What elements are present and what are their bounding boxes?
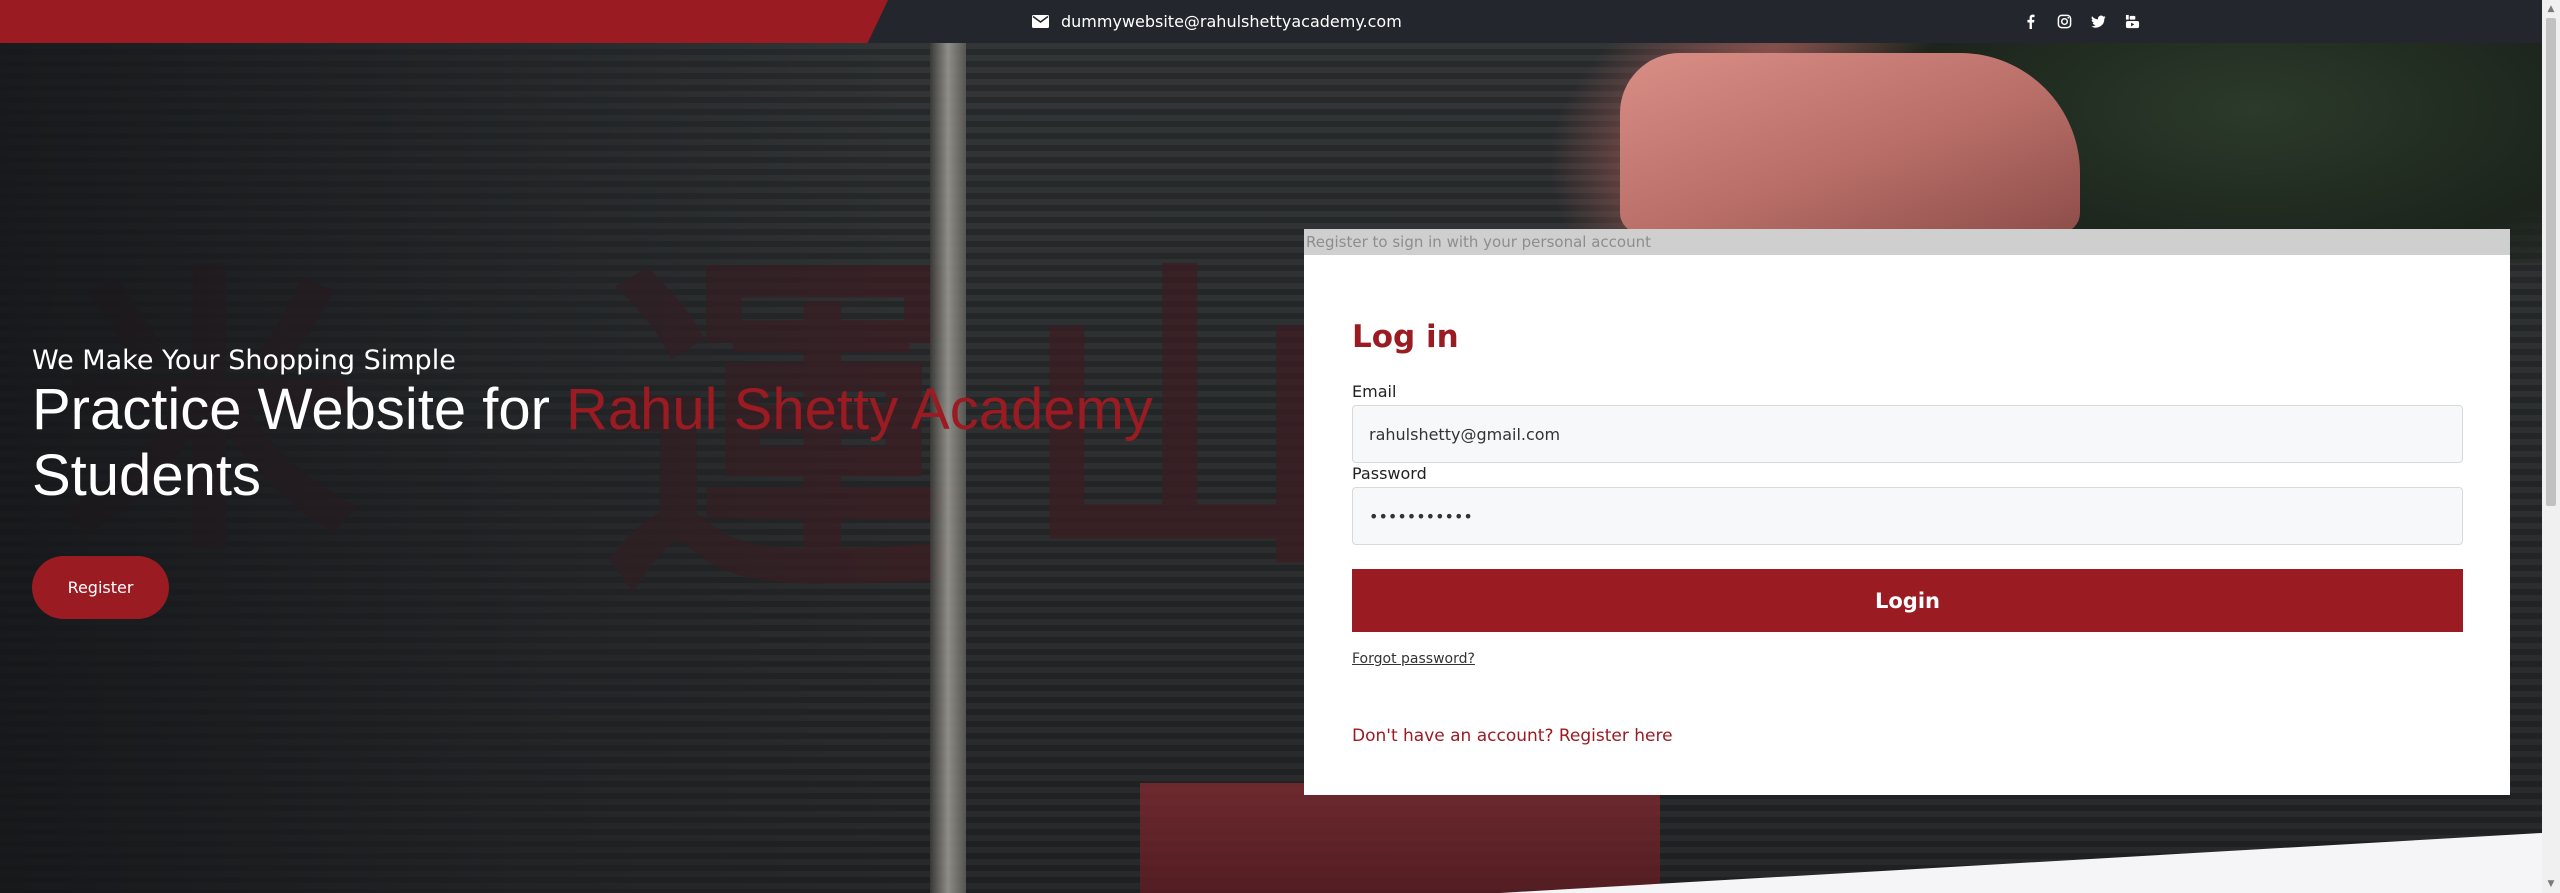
social-links <box>2022 0 2140 43</box>
login-card: Log in Email Password Login Forgot passw… <box>1304 255 2510 795</box>
password-field[interactable] <box>1352 487 2463 545</box>
instagram-icon[interactable] <box>2056 14 2072 30</box>
top-bar: dummywebsite@rahulshettyacademy.com <box>0 0 2542 43</box>
hero-headline: Practice Website for Rahul Shetty Academ… <box>32 377 1212 509</box>
hero-register-button[interactable]: Register <box>32 556 169 619</box>
page-scrollbar[interactable]: ▲ ▼ <box>2542 0 2560 893</box>
headline-accent: Rahul Shetty Academy <box>566 377 1153 442</box>
scroll-down-icon[interactable]: ▼ <box>2542 876 2560 892</box>
scroll-thumb[interactable] <box>2546 18 2556 506</box>
youtube-icon[interactable] <box>2124 14 2140 30</box>
register-here-link[interactable]: Don't have an account? Register here <box>1352 726 1673 746</box>
forgot-password-link[interactable]: Forgot password? <box>1352 651 1475 667</box>
topbar-red-band <box>0 0 888 43</box>
login-button[interactable]: Login <box>1352 569 2463 632</box>
contact-email-text: dummywebsite@rahulshettyacademy.com <box>1061 12 1402 31</box>
headline-suffix: Students <box>32 443 261 508</box>
hero-text: We Make Your Shopping Simple Practice We… <box>32 345 1212 509</box>
hero-tagline: We Make Your Shopping Simple <box>32 345 456 376</box>
login-title: Log in <box>1352 319 1459 355</box>
password-label: Password <box>1352 464 1427 483</box>
headline-prefix: Practice Website for <box>32 377 567 442</box>
envelope-icon <box>1032 15 1049 28</box>
contact-email: dummywebsite@rahulshettyacademy.com <box>1032 0 1402 43</box>
login-card-header: Register to sign in with your personal a… <box>1304 229 2510 255</box>
email-label: Email <box>1352 382 1397 401</box>
twitter-icon[interactable] <box>2090 14 2106 30</box>
scroll-up-icon[interactable]: ▲ <box>2542 1 2560 17</box>
facebook-icon[interactable] <box>2022 14 2038 30</box>
hero-bg-truck <box>1620 53 2080 233</box>
hero-bg-grill <box>1140 783 1660 893</box>
email-field[interactable] <box>1352 405 2463 463</box>
